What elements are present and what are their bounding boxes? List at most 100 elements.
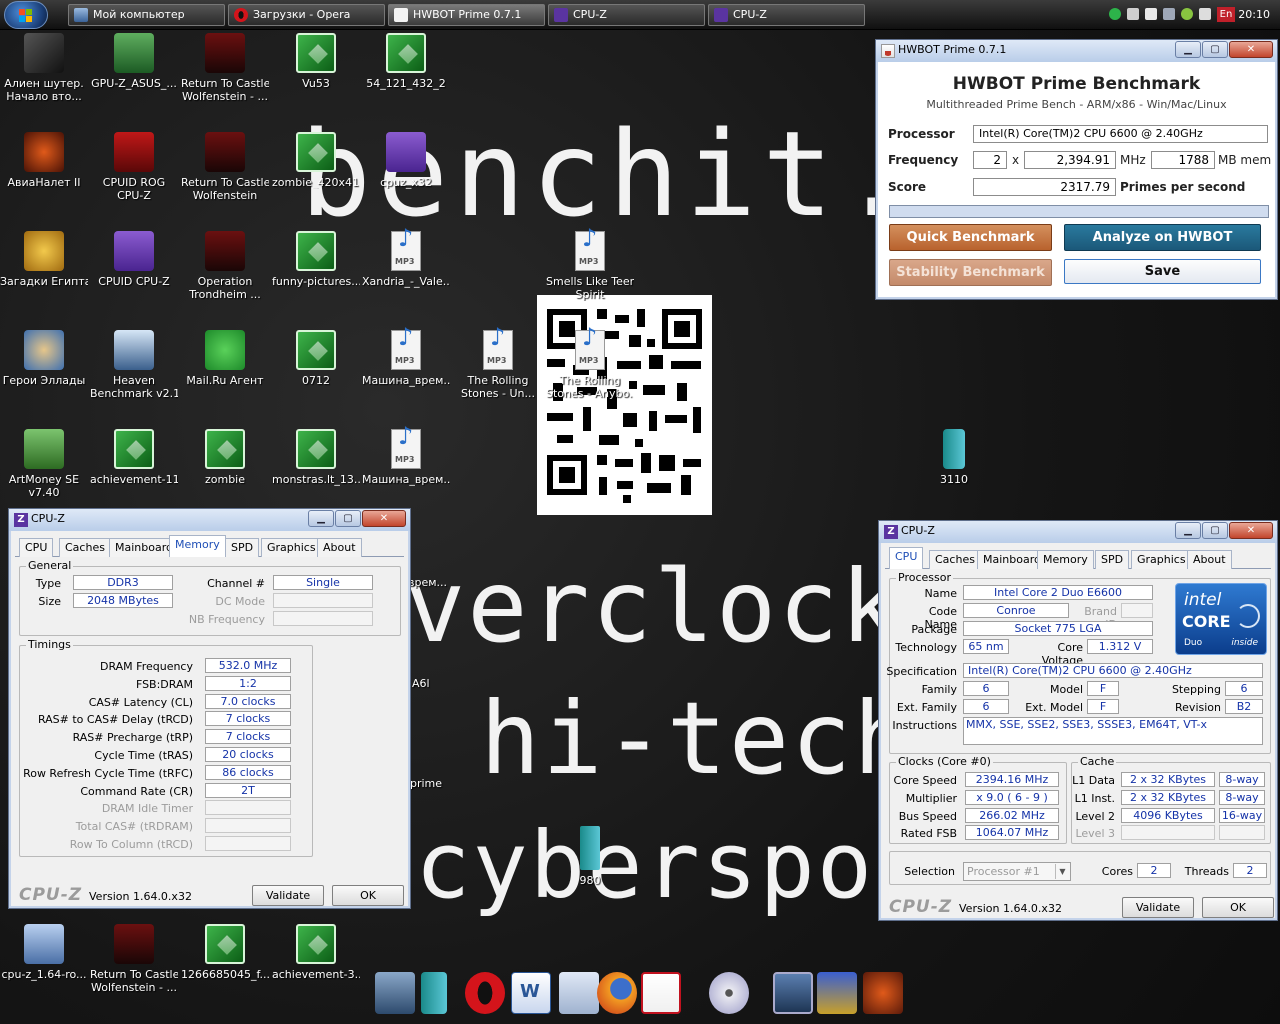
analyze-on-hwbot-button[interactable]: Analyze on HWBOT: [1064, 224, 1261, 251]
desktop-icon[interactable]: Return To Castle Wolfenstein - ...: [90, 924, 178, 994]
desktop-icon-partial[interactable]: A6l: [412, 677, 452, 690]
minimize-button[interactable]: ▁: [1175, 41, 1201, 58]
desktop-icon[interactable]: Smells Like TeenSpirit: [546, 231, 634, 301]
mp3-icon: [391, 330, 421, 370]
ok-button[interactable]: OK: [1202, 897, 1274, 918]
tab-graphics[interactable]: Graphics: [261, 538, 322, 557]
word-icon[interactable]: W: [511, 972, 551, 1014]
desktop-icon[interactable]: CPUID ROG CPU-Z: [90, 132, 178, 202]
desktop-icon[interactable]: The RollingStones - Un...: [454, 330, 542, 400]
tab-caches[interactable]: Caches: [59, 538, 111, 557]
tab-spd[interactable]: SPD: [1095, 550, 1130, 569]
desktop-icon[interactable]: 3110: [910, 429, 998, 486]
desktop-icon[interactable]: Xandria_-_Vale...: [362, 231, 450, 288]
firefox-icon[interactable]: [597, 972, 637, 1014]
maximize-button[interactable]: ▢: [335, 510, 361, 527]
cpuz-app-icon: [714, 8, 728, 22]
desktop-icon[interactable]: cpu-z_1.64-ro...: [0, 924, 88, 981]
desktop-icon[interactable]: Загадки Египта: [0, 231, 88, 288]
clock[interactable]: 20:10: [1238, 8, 1270, 21]
tab-cpu[interactable]: CPU: [889, 547, 924, 569]
maximize-button[interactable]: ▢: [1202, 522, 1228, 539]
quick-launch-dock: W: [375, 968, 905, 1020]
desktop-icon[interactable]: Return To Castle Wolfenstein: [181, 132, 269, 202]
stability-benchmark-button[interactable]: Stability Benchmark: [889, 259, 1052, 286]
display-icon[interactable]: [1163, 8, 1175, 20]
desktop-icon[interactable]: ArtMoney SE v7.40: [0, 429, 88, 499]
cpuz-title-bar[interactable]: Z CPU-Z ▁ ▢ ✕: [9, 509, 410, 531]
desktop-icon[interactable]: GPU-Z_ASUS_...: [90, 33, 178, 90]
desktop-icon[interactable]: Return To Castle Wolfenstein - ...: [181, 33, 269, 103]
taskbar-item-cpuz-2[interactable]: CPU-Z: [708, 4, 865, 26]
desktop-icon[interactable]: cpuz_x32: [362, 132, 450, 189]
desktop-icon-label: Trondheim ...: [189, 288, 261, 301]
tab-caches[interactable]: Caches: [929, 550, 981, 569]
winrar-icon[interactable]: [421, 972, 447, 1014]
close-button[interactable]: ✕: [1229, 41, 1273, 58]
tab-memory[interactable]: Memory: [1037, 550, 1094, 569]
volume-icon[interactable]: [1145, 8, 1157, 20]
validate-button[interactable]: Validate: [252, 885, 324, 906]
desktop-icon[interactable]: monstras.lt_13...: [272, 429, 360, 486]
processor-select[interactable]: Processor #1 ▼: [963, 862, 1071, 881]
taskbar-item-cpuz-1[interactable]: CPU-Z: [548, 4, 705, 26]
pdf-reader-icon[interactable]: [641, 972, 681, 1014]
desktop-icon[interactable]: Машина_врем...: [362, 429, 450, 486]
taskbar-item-opera[interactable]: Загрузки - Opera: [228, 4, 385, 26]
ok-button[interactable]: OK: [332, 885, 404, 906]
maximize-button[interactable]: ▢: [1202, 41, 1228, 58]
taskbar-item-my-computer[interactable]: Мой компьютер: [68, 4, 225, 26]
minimize-button[interactable]: ▁: [1175, 522, 1201, 539]
save-button[interactable]: Save: [1064, 259, 1261, 284]
update-icon[interactable]: [1181, 8, 1193, 20]
minimize-button[interactable]: ▁: [308, 510, 334, 527]
tab-about[interactable]: About: [1187, 550, 1232, 569]
avianalet-icon[interactable]: [863, 972, 903, 1014]
validate-button[interactable]: Validate: [1122, 897, 1194, 918]
cpuz-title-bar[interactable]: Z CPU-Z ▁ ▢ ✕: [879, 521, 1277, 543]
opera-icon[interactable]: [465, 972, 505, 1014]
mail-agent-tray-icon[interactable]: [1109, 8, 1121, 20]
desktop-icon[interactable]: Heaven Benchmark v2.1: [90, 330, 178, 400]
instructions-value: MMX, SSE, SSE2, SSE3, SSSE3, EM64T, VT-x: [963, 717, 1263, 745]
desktop-icon[interactable]: Герои Эллады: [0, 330, 88, 387]
language-indicator[interactable]: En: [1217, 7, 1235, 22]
desktop-icon[interactable]: 1266685045_f...: [181, 924, 269, 981]
desktop-icon[interactable]: Mail.Ru Агент: [181, 330, 269, 387]
desktop-icon[interactable]: 54_121_432_2: [362, 33, 450, 90]
dvd-icon[interactable]: [709, 972, 749, 1014]
desktop-icon[interactable]: zombie: [181, 429, 269, 486]
desktop-icon[interactable]: АвиаНалет II: [0, 132, 88, 189]
close-button[interactable]: ✕: [1229, 522, 1273, 539]
tab-spd[interactable]: SPD: [225, 538, 260, 557]
desktop-icon[interactable]: CPUID CPU-Z: [90, 231, 178, 288]
game-2-icon[interactable]: [817, 972, 857, 1014]
desktop-icon[interactable]: achievement-3...: [272, 924, 360, 981]
taskbar-item-hwbot[interactable]: HWBOT Prime 0.7.1: [388, 4, 545, 26]
notes-icon[interactable]: [559, 972, 599, 1014]
network-icon[interactable]: [1127, 8, 1139, 20]
close-button[interactable]: ✕: [362, 510, 406, 527]
desktop-icon[interactable]: Машина_врем...: [362, 330, 450, 387]
tab-about[interactable]: About: [317, 538, 362, 557]
desktop-icon[interactable]: zombie_420x419: [272, 132, 360, 189]
tab-memory[interactable]: Memory: [169, 535, 226, 557]
desktop-icon[interactable]: funny-pictures...: [272, 231, 360, 288]
desktop-icon[interactable]: Vu53: [272, 33, 360, 90]
screen-capture-icon[interactable]: [773, 972, 813, 1014]
tab-cpu[interactable]: CPU: [19, 538, 54, 557]
my-computer-icon[interactable]: [375, 972, 415, 1014]
start-button[interactable]: [4, 1, 48, 29]
desktop-icon[interactable]: The RollingStones - Anybo...: [546, 330, 634, 400]
speaker-muted-icon[interactable]: [1199, 8, 1211, 20]
desktop-icon-partial[interactable]: 980: [570, 826, 610, 887]
desktop-icon[interactable]: Алиен шутер. Начало вто...: [0, 33, 88, 103]
desktop-icon[interactable]: achievement-111: [90, 429, 178, 486]
desktop-icon-partial[interactable]: prime: [410, 777, 450, 790]
tab-graphics[interactable]: Graphics: [1131, 550, 1192, 569]
desktop-icon[interactable]: 0712: [272, 330, 360, 387]
desktop-icon[interactable]: Operation Trondheim ...: [181, 231, 269, 301]
desktop-icon-partial[interactable]: врем...: [408, 576, 448, 589]
quick-benchmark-button[interactable]: Quick Benchmark: [889, 224, 1052, 251]
hwbot-title-bar[interactable]: HWBOT Prime 0.7.1 ▁ ▢ ✕: [876, 40, 1277, 62]
